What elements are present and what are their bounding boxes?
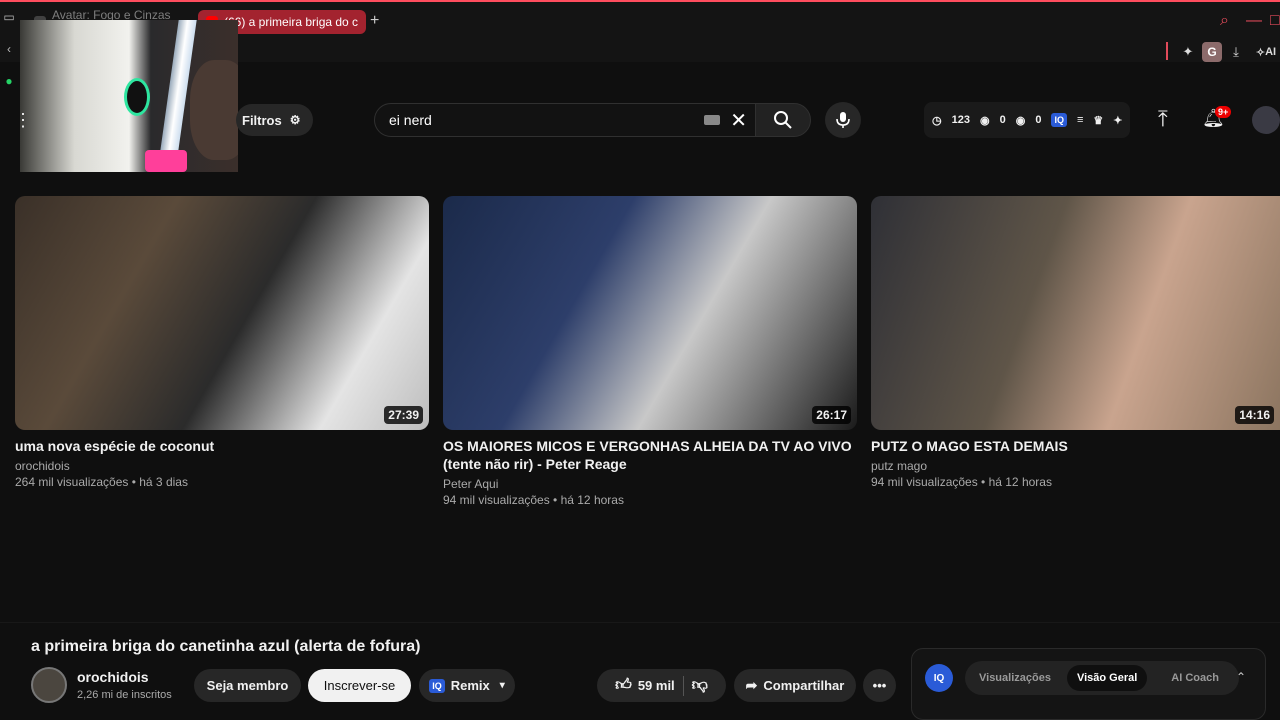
share-button[interactable]: ➦ Compartilhar [734, 669, 856, 702]
remix-button[interactable]: IQ Remix ▾ [419, 669, 515, 702]
tab-visao-geral[interactable]: Visão Geral [1066, 665, 1148, 691]
stat-count-a: 123 [951, 114, 970, 126]
chevron-up-icon[interactable]: ⌃ [1236, 670, 1246, 684]
streamer-figure [190, 60, 238, 160]
user-avatar[interactable] [1252, 106, 1280, 134]
voice-search-button[interactable] [825, 102, 861, 138]
remix-label: Remix [450, 678, 490, 693]
video-duration: 27:39 [384, 406, 423, 424]
current-video-title: a primeira briga do canetinha azul (aler… [31, 638, 421, 655]
tab-label: (66) a primeira briga do ca [224, 15, 358, 29]
channel-avatar[interactable] [31, 667, 67, 703]
channel-name[interactable]: orochidois [77, 669, 149, 685]
subscribe-button[interactable]: Inscrever-se [308, 669, 411, 702]
analytics-tabs: Visualizações Visão Geral AI Coach [965, 661, 1239, 695]
stat-count-c: 0 [1035, 114, 1042, 126]
like-dislike-group: 👍︎ 59 mil 👎︎ [597, 669, 726, 702]
video-thumbnail[interactable]: 14:16 [871, 196, 1280, 430]
sparkle-icon[interactable]: ✦ [1113, 114, 1122, 127]
share-label: Compartilhar [763, 678, 845, 693]
video-duration: 26:17 [812, 406, 851, 424]
dislike-icon[interactable]: 👎︎ [692, 676, 708, 695]
like-divider [682, 675, 684, 696]
video-channel[interactable]: putz mago [871, 458, 1280, 474]
headphones-figure [124, 78, 150, 116]
ai-button[interactable]: ✧ AI [1252, 42, 1280, 62]
like-icon[interactable]: 👍︎ [615, 676, 632, 695]
search-box[interactable]: ei nerd ✕ [374, 103, 756, 137]
video-meta: 94 mil visualizações • há 12 horas [871, 475, 1052, 489]
new-tab-button[interactable]: + [370, 12, 379, 30]
maximize-icon[interactable]: □ [1270, 12, 1280, 30]
video-channel[interactable]: orochidois [15, 458, 429, 474]
join-button[interactable]: Seja membro [194, 669, 301, 702]
like-count[interactable]: 59 mil [638, 678, 675, 693]
menu-icon[interactable]: ⋮ [14, 110, 32, 131]
chevron-down-icon: ▾ [499, 680, 505, 691]
stat-count-b: 0 [999, 114, 1006, 126]
browser-side-panel: ▭ ‹ ● [0, 10, 18, 110]
trophy-icon[interactable]: ♛ [1093, 114, 1103, 127]
video-thumbnail[interactable]: 26:17 [443, 196, 857, 430]
video-duration: 14:16 [1235, 406, 1274, 424]
video-title[interactable]: OS MAIORES MICOS E VERGONHAS ALHEIA DA T… [443, 437, 857, 473]
video-channel[interactable]: Peter Aqui [443, 476, 857, 492]
sliders-icon: ⚙ [289, 113, 301, 127]
video-card[interactable]: 14:16 PUTZ O MAGO ESTA DEMAIS putz mago … [871, 196, 1280, 490]
extension-stats-bar[interactable]: ◷ 123 ◉ 0 ◉ 0 IQ ≡ ♛ ✦ [924, 102, 1131, 138]
webcam-overlay [20, 20, 238, 172]
video-title[interactable]: uma nova espécie de coconut [15, 437, 429, 455]
keyboard-icon[interactable] [704, 115, 721, 125]
search-icon [774, 111, 792, 129]
search-button[interactable] [755, 103, 811, 137]
clock-icon: ◷ [932, 114, 942, 127]
filters-label: Filtros [242, 112, 282, 128]
iq-badge: IQ [429, 678, 445, 693]
search-input[interactable]: ei nerd [389, 112, 704, 128]
iq-badge[interactable]: IQ [1051, 113, 1067, 127]
tab-list-icon[interactable]: ▭ [0, 10, 18, 32]
pink-cup-figure [145, 150, 187, 172]
eye-icon: ◉ [979, 114, 990, 127]
minimize-icon[interactable]: — [1246, 12, 1262, 30]
tab-ai-coach[interactable]: AI Coach [1161, 665, 1229, 691]
video-meta: 94 mil visualizações • há 12 horas [443, 493, 624, 507]
video-card[interactable]: 26:17 OS MAIORES MICOS E VERGONHAS ALHEI… [443, 196, 857, 508]
share-icon: ➦ [745, 677, 758, 693]
video-card[interactable]: 27:39 uma nova espécie de coconut orochi… [15, 196, 429, 490]
ai-label: AI [1265, 46, 1277, 58]
whatsapp-icon[interactable]: ● [0, 74, 18, 96]
microphone-icon [836, 112, 850, 128]
back-icon[interactable]: ‹ [0, 42, 18, 64]
more-actions-button[interactable]: ••• [863, 669, 896, 702]
subscriber-count: 2,26 mi de inscritos [77, 689, 172, 701]
video-meta: 264 mil visualizações • há 3 dias [15, 475, 188, 489]
filters-button[interactable]: Filtros ⚙ [236, 104, 313, 136]
toolbar-divider [1166, 42, 1168, 60]
more-icon: ••• [872, 678, 887, 693]
list-icon[interactable]: ≡ [1077, 114, 1083, 126]
profile-button[interactable]: G [1202, 42, 1222, 62]
video-title[interactable]: PUTZ O MAGO ESTA DEMAIS [871, 437, 1280, 455]
tab-visualizacoes[interactable]: Visualizações [969, 665, 1061, 691]
notifications-badge: 9+ [1215, 106, 1232, 118]
ai-sparkle-icon: ✧ [1255, 46, 1266, 59]
create-upload-icon[interactable]: ⤒ [1158, 106, 1168, 132]
download-icon[interactable]: ⤓ [1226, 42, 1246, 62]
clear-search-icon[interactable]: ✕ [730, 108, 747, 133]
eye-icon: ◉ [1015, 114, 1026, 127]
search-tabs-icon[interactable]: ⌕ [1220, 12, 1229, 30]
video-thumbnail[interactable]: 27:39 [15, 196, 429, 430]
iq-logo[interactable]: IQ [925, 664, 953, 692]
extensions-icon[interactable]: ✦ [1178, 42, 1198, 62]
